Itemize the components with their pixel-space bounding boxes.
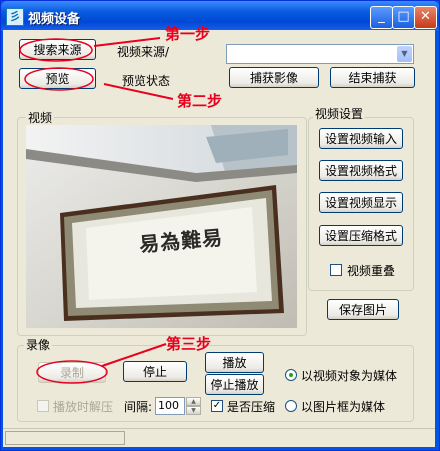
play-button[interactable]: 播放 [205, 352, 264, 373]
video-overlay-label: 视频重叠 [347, 264, 396, 278]
video-settings-title: 视频设置 [313, 105, 366, 122]
status-panel [5, 431, 125, 445]
end-capture-button[interactable]: 结束捕获 [330, 67, 415, 88]
interval-spinner[interactable]: ▲ ▼ [186, 397, 201, 415]
decompress-on-play-label: 播放时解压 [53, 400, 114, 414]
set-video-display-button[interactable]: 设置视频显示 [319, 192, 403, 213]
record-button[interactable]: 录制 [38, 362, 106, 383]
search-source-button[interactable]: 搜索来源 [19, 39, 96, 60]
picture-frame-radio[interactable] [285, 400, 297, 412]
compress-checkbox[interactable]: ✓ [211, 400, 223, 412]
stop-button[interactable]: 停止 [123, 361, 187, 382]
video-source-dropdown[interactable]: ▼ [226, 44, 414, 64]
maximize-button[interactable]: □ [392, 6, 415, 29]
set-compression-format-button[interactable]: 设置压缩格式 [319, 225, 403, 246]
capture-image-button[interactable]: 捕获影像 [229, 67, 319, 88]
close-button[interactable]: ✕ [414, 6, 437, 29]
video-overlay-checkbox[interactable] [330, 264, 342, 276]
video-group-title: 视频 [26, 109, 55, 126]
video-object-radio[interactable] [285, 369, 297, 381]
app-icon: 彡 [6, 8, 24, 26]
video-source-label: 视频来源/ [117, 45, 170, 59]
preview-button[interactable]: 预览 [19, 68, 96, 89]
chevron-down-icon[interactable]: ▼ [397, 46, 412, 62]
minimize-button[interactable]: _ [370, 6, 393, 29]
video-preview: 易為難易 [26, 125, 297, 328]
interval-input[interactable]: 100 [155, 397, 185, 415]
stop-play-button[interactable]: 停止播放 [205, 374, 264, 395]
video-object-label: 以视频对象为媒体 [301, 369, 398, 383]
spin-down-icon[interactable]: ▼ [186, 406, 201, 415]
step1-annotation: 第一步 [165, 25, 211, 43]
set-video-format-button[interactable]: 设置视频格式 [319, 160, 403, 181]
interval-label: 间隔: [124, 400, 153, 414]
set-video-input-button[interactable]: 设置视频输入 [319, 128, 403, 149]
save-image-button[interactable]: 保存图片 [327, 299, 399, 320]
compress-label: 是否压缩 [227, 400, 276, 414]
window-title: 视频设备 [28, 12, 81, 27]
step2-annotation: 第二步 [177, 92, 223, 110]
picture-frame-label: 以图片框为媒体 [301, 400, 386, 414]
status-bar [3, 428, 435, 447]
record-group-title: 录像 [24, 336, 53, 353]
step3-annotation: 第三步 [166, 335, 212, 353]
preview-status-label: 预览状态 [122, 74, 171, 88]
title-bar[interactable]: 彡 视频设备 _ □ ✕ [1, 1, 439, 31]
spin-up-icon[interactable]: ▲ [186, 397, 201, 406]
decompress-on-play-checkbox[interactable] [37, 400, 49, 412]
